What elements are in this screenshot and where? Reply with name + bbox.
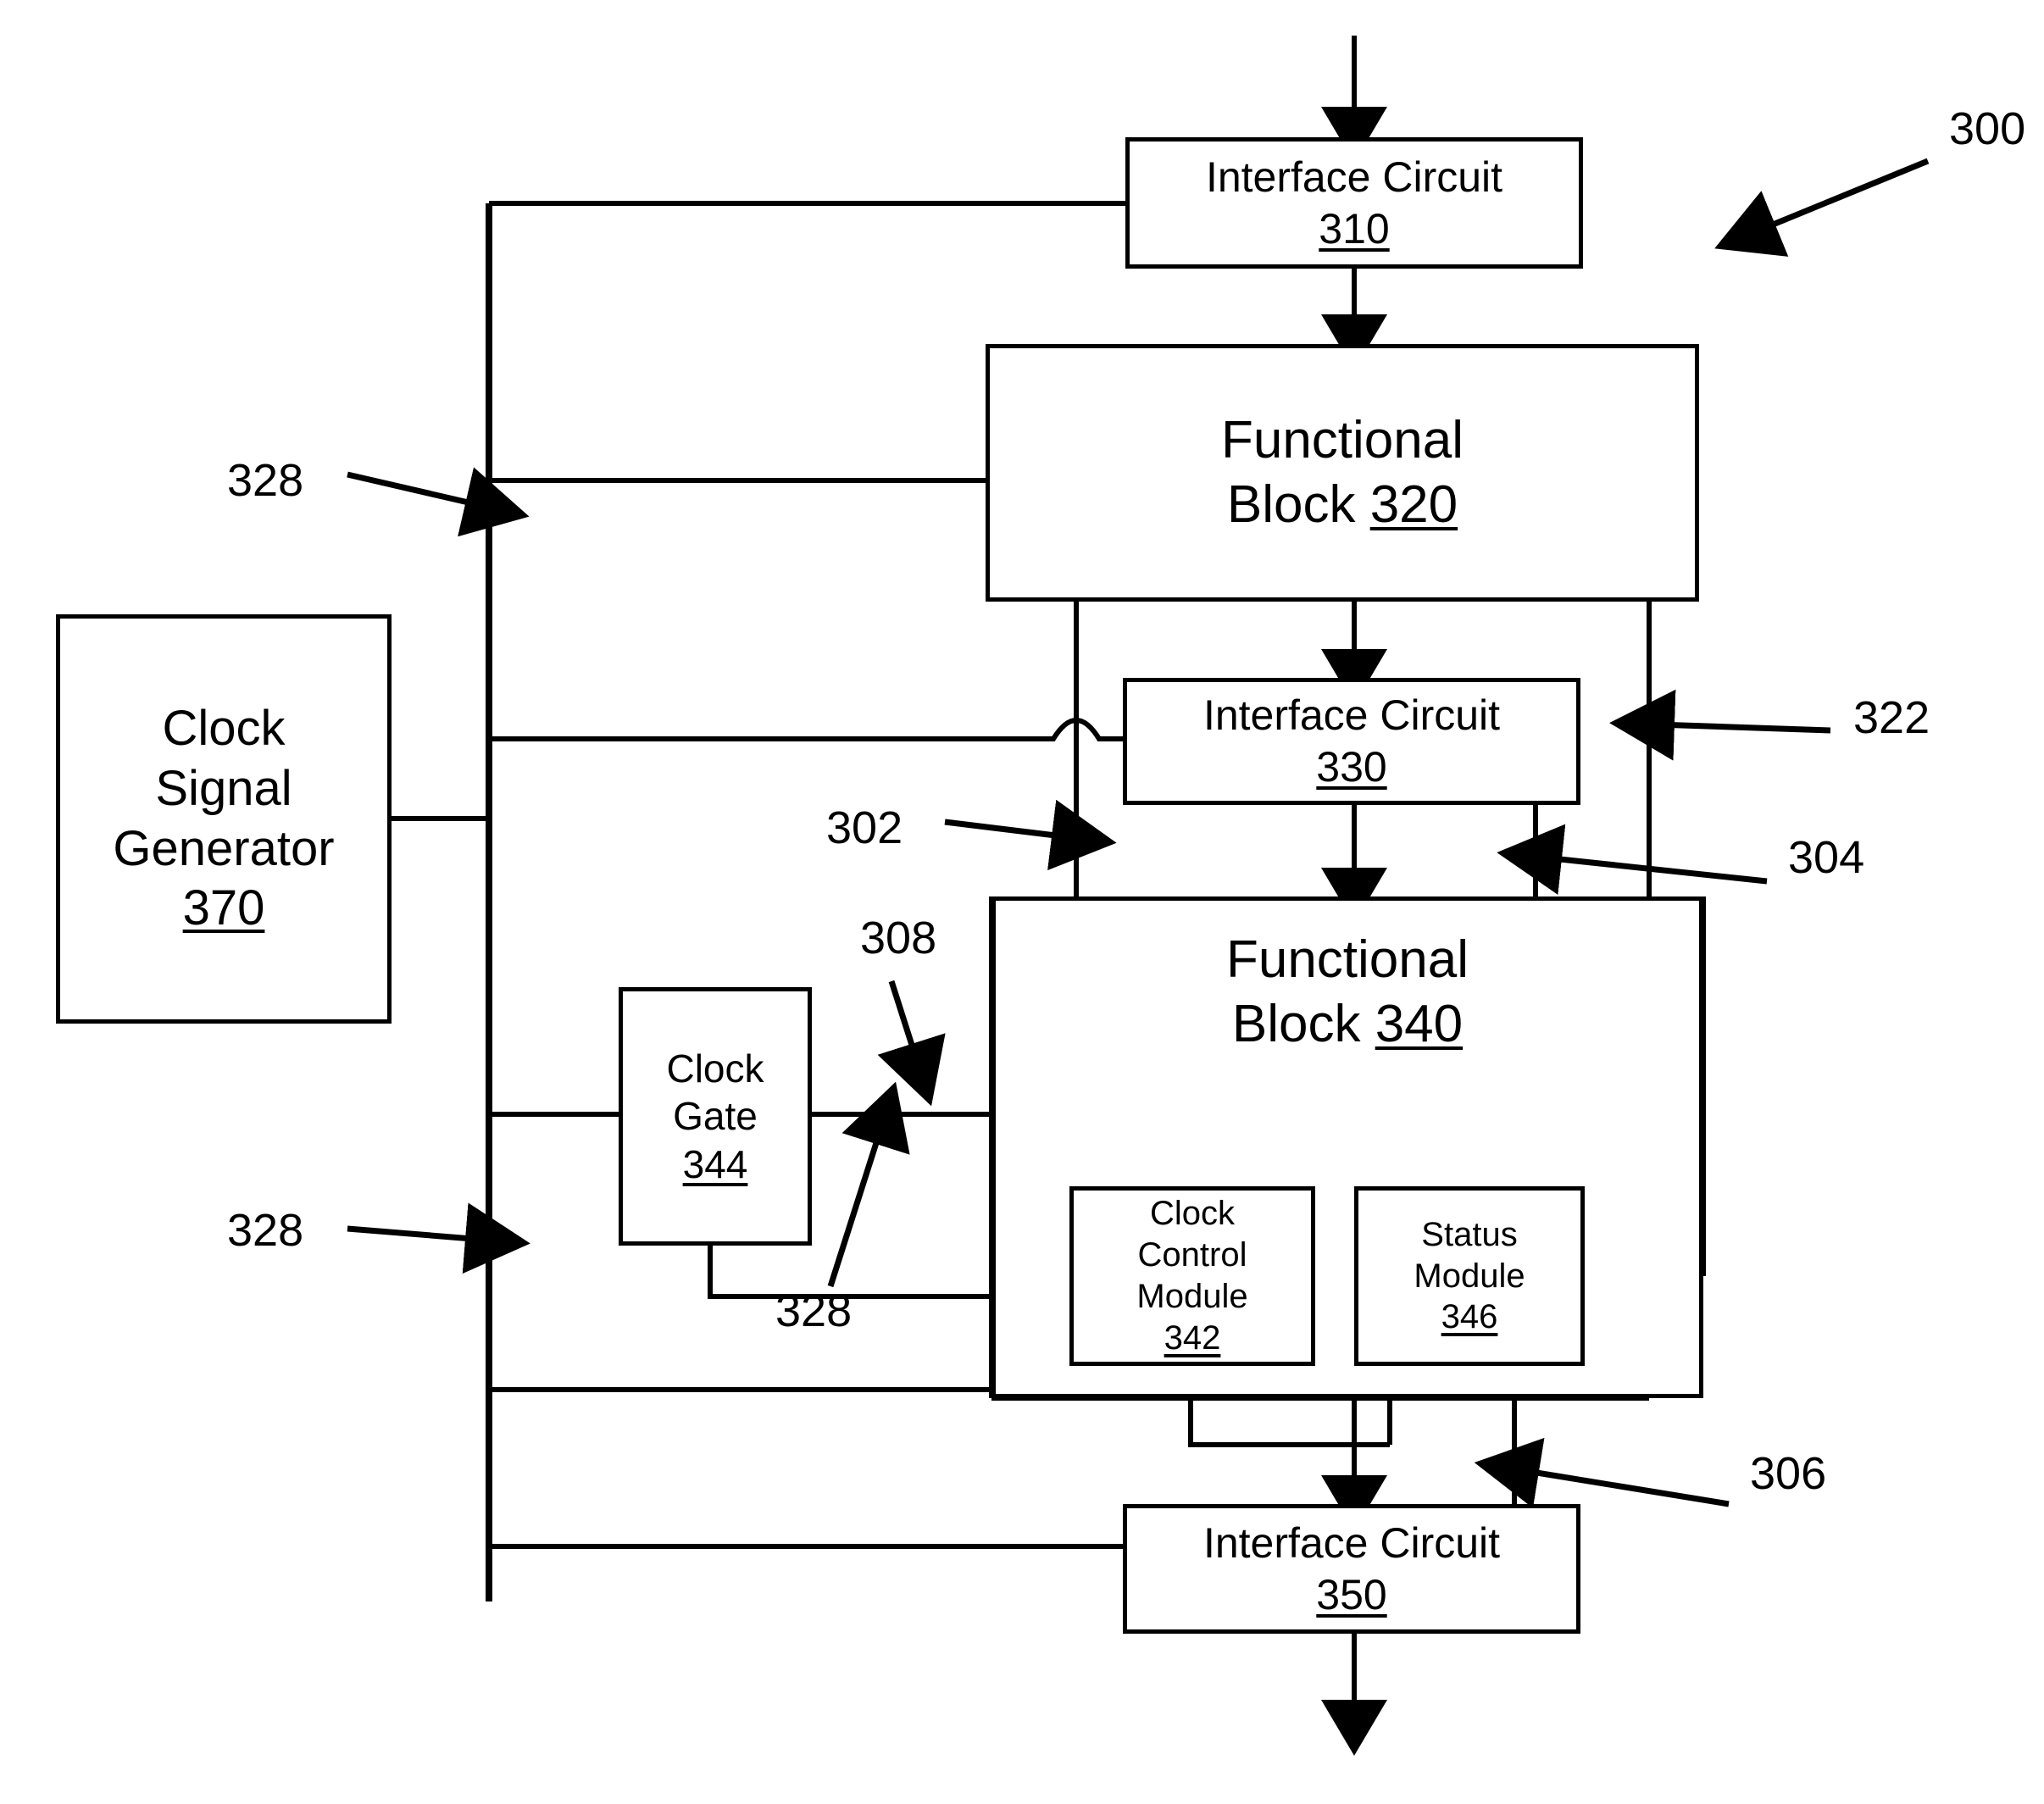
ic330-number: 330 [1316, 743, 1387, 791]
ccm342-line2: Control [1137, 1236, 1247, 1274]
leader-328-top [347, 467, 530, 537]
leader-328-gate [827, 1081, 910, 1288]
leader-300 [1714, 158, 1930, 257]
fb340-title-line2: Block 340 [1232, 992, 1463, 1057]
ic350-title: Interface Circuit [1203, 1518, 1501, 1567]
csg370-line1: Clock [162, 701, 286, 756]
leader-306 [1474, 1437, 1730, 1508]
csg370-line3: Generator [113, 820, 335, 876]
block-interface-circuit-310[interactable]: Interface Circuit 310 [1125, 137, 1583, 269]
reference-label-308: 308 [860, 913, 937, 963]
block-interface-circuit-350[interactable]: Interface Circuit 350 [1123, 1504, 1580, 1634]
fb340-title-line1: Functional [1225, 930, 1469, 989]
ccm342-line3: Module [1136, 1278, 1248, 1315]
block-status-module-346[interactable]: Status Module 346 [1354, 1186, 1585, 1366]
reference-label-304: 304 [1788, 832, 1865, 883]
sm346-line2: Module [1414, 1257, 1525, 1295]
block-clock-gate-344[interactable]: Clock Gate 344 [619, 987, 812, 1246]
fb340-block-word: Block [1231, 994, 1375, 1053]
reference-label-302: 302 [826, 802, 903, 853]
csg370-number: 370 [182, 880, 265, 936]
block-clock-control-module-342[interactable]: Clock Control Module 342 [1069, 1186, 1315, 1366]
reference-label-306: 306 [1750, 1448, 1827, 1499]
leader-322 [1609, 689, 1831, 761]
cgate344-line2: Gate [673, 1094, 758, 1139]
block-clock-signal-generator-370[interactable]: Clock Signal Generator 370 [56, 614, 392, 1024]
fb320-block-word: Block [1226, 475, 1370, 534]
block-functional-block-320[interactable]: Functional Block 320 [986, 344, 1699, 602]
ic330-title: Interface Circuit [1203, 691, 1501, 739]
reference-label-300: 300 [1949, 103, 2026, 154]
sm346-line1: Status [1421, 1215, 1518, 1253]
fb320-title-line2: Block 320 [1227, 473, 1458, 537]
ccm342-line1: Clock [1149, 1195, 1236, 1233]
reference-label-322: 322 [1853, 692, 1930, 743]
leader-328-mid [347, 1202, 530, 1274]
leader-304 [1497, 824, 1768, 895]
patent-figure-300: Interface Circuit 310 Functional Block 3… [0, 0, 2044, 1804]
reference-label-328-gate: 328 [775, 1285, 853, 1336]
leader-308 [877, 980, 946, 1107]
fb320-number: 320 [1369, 475, 1458, 534]
leader-302 [944, 799, 1117, 871]
block-interface-circuit-330[interactable]: Interface Circuit 330 [1123, 678, 1580, 805]
fb320-title-line1: Functional [1220, 411, 1464, 470]
signal-wires [392, 36, 1706, 1756]
fb340-number: 340 [1375, 994, 1464, 1053]
cgate344-line1: Clock [666, 1046, 764, 1091]
ic310-title: Interface Circuit [1205, 153, 1503, 201]
sm346-number: 346 [1441, 1298, 1498, 1336]
csg370-line2: Signal [155, 760, 292, 816]
ic310-number: 310 [1319, 204, 1390, 253]
reference-label-328-top: 328 [227, 455, 304, 506]
reference-label-328-mid: 328 [227, 1205, 304, 1256]
wire-bus-to-ic330-with-hop [489, 718, 1123, 741]
cgate344-number: 344 [682, 1141, 748, 1186]
ccm342-number: 342 [1164, 1318, 1221, 1357]
ic350-number: 350 [1316, 1570, 1387, 1618]
